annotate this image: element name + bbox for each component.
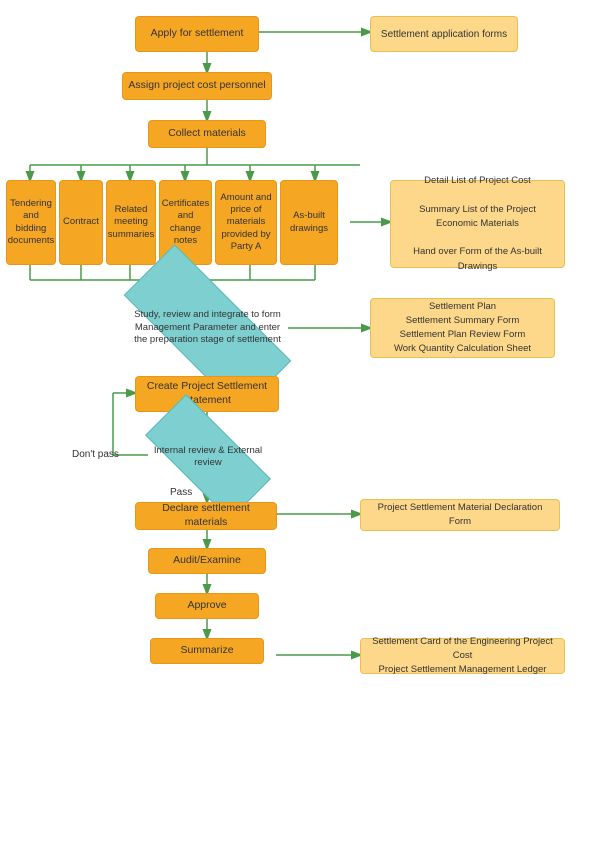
settlement-forms-box: Settlement application forms xyxy=(370,16,518,52)
study-diamond: Study, review and integrate to form Mana… xyxy=(125,292,290,364)
create-box: Create Project Settlement Statement xyxy=(135,376,279,412)
audit-box: Audit/Examine xyxy=(148,548,266,574)
detail-list-box: Detail List of Project Cost Summary List… xyxy=(390,180,565,268)
dont-pass-label: Don't pass xyxy=(72,449,119,460)
arrows-svg xyxy=(0,0,600,848)
meeting-box: Related meeting summaries xyxy=(106,180,156,265)
summarize-box: Summarize xyxy=(150,638,264,664)
amount-box: Amount and price of materials provided b… xyxy=(215,180,277,265)
approve-box: Approve xyxy=(155,593,259,619)
flowchart: Apply for settlement Assign project cost… xyxy=(0,0,600,848)
settlement-plan-box: Settlement Plan Settlement Summary Form … xyxy=(370,298,555,358)
assign-box: Assign project cost personnel xyxy=(122,72,272,100)
review-diamond: Internal review & External review xyxy=(148,428,268,486)
declare-box: Declare settlement materials xyxy=(135,502,277,530)
ledger-box: Settlement Card of the Engineering Proje… xyxy=(360,638,565,674)
tendering-box: Tendering and bidding documents xyxy=(6,180,56,265)
asbuilt-box: As-built drawings xyxy=(280,180,338,265)
declaration-form-box: Project Settlement Material Declaration … xyxy=(360,499,560,531)
apply-box: Apply for settlement xyxy=(135,16,259,52)
contract-box: Contract xyxy=(59,180,103,265)
collect-box: Collect materials xyxy=(148,120,266,148)
pass-label: Pass xyxy=(170,487,192,498)
